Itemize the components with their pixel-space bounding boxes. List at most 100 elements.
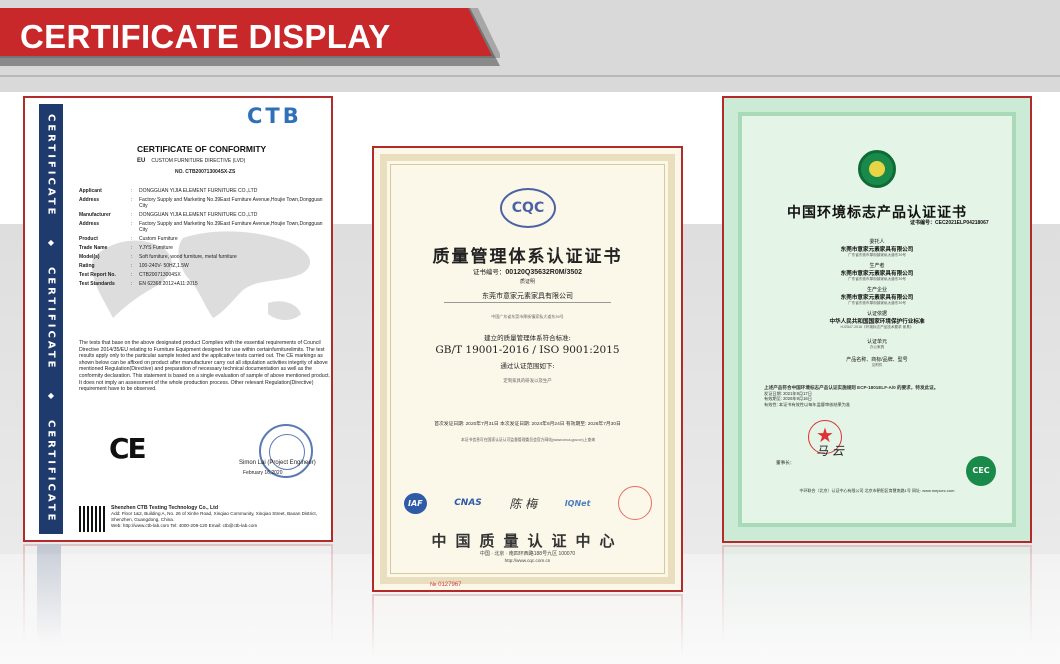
company-address: 中国广东省东莞市厚街镇家私大道东39号 — [491, 314, 564, 319]
detail-key: Address — [79, 221, 100, 227]
detail-row: Applicant: DONGGUAN YIJIA ELEMENT FURNITU… — [79, 188, 329, 194]
cec-block-detail: 见附件 — [871, 363, 883, 367]
colon-separator: : — [131, 212, 133, 218]
serial-number: № 0127967 — [430, 582, 462, 588]
cec-statement: 上述产品符合中国环境标志产品认证实施规则 ECP-1801ELF-A/0 的要求… — [764, 385, 939, 407]
cec-block: 产品名称、商标/品牌、型号 见附件 — [724, 356, 1030, 368]
red-seal-icon — [617, 486, 652, 520]
cec-block-label: 委托人 — [869, 239, 885, 245]
detail-row: Manufacturer: DONGGUAN YIJIA ELEMENT FURN… — [79, 212, 329, 218]
detail-key: Test Report No. — [79, 272, 116, 278]
detail-value: EN 62368:2012+A11:2015 — [139, 281, 198, 287]
cec-block-label: 产品名称、商标/品牌、型号 — [846, 357, 908, 363]
colon-separator: : — [131, 245, 133, 251]
detail-value: CTB200713004SX — [139, 272, 181, 278]
cqc-reflection — [372, 594, 683, 664]
cec-block-detail: 广东省东莞市厚街镇家私大道东39号 — [848, 301, 906, 305]
iqnet-logo: IQNet — [564, 498, 591, 508]
cec-certificate[interactable]: 中国环境标志产品认证证书 证书编号：CEC2021ELP04218067 委托人… — [722, 96, 1032, 543]
detail-value: Custom Furniture — [139, 236, 178, 242]
detail-row: Test Report No.: CTB200713004SX — [79, 272, 329, 278]
certificate-number: NO. CTB200713004SX-ZS — [175, 169, 236, 175]
verification-note: 本证书信息可在国家认证认可监督管理委员会官方网站(www.cnca.gov.cn… — [460, 438, 596, 442]
issue-dates: 首次发证日期: 2020年7月31日 本次发证日期: 2024年6月24日 有效… — [434, 422, 621, 427]
certificate-title: CERTIFICATE OF CONFORMITY — [137, 144, 267, 154]
detail-value: Factory Supply and Marketing No.39East F… — [139, 197, 323, 209]
colon-separator: : — [131, 263, 133, 269]
cec-block-value: 东莞市意家元素家具有限公司 — [840, 271, 914, 277]
detail-row: Rating:100-240V- 50HZ,1.5W — [79, 263, 329, 269]
org-website: http://www.cqc.com.cn — [504, 558, 551, 563]
cec-block-detail: 广东省东莞市厚街镇家私大道东39号 — [848, 253, 906, 257]
company-name: 东莞市意家元素家具有限公司 — [482, 293, 573, 300]
detail-value: DONGGUAN YIJIA ELEMENT FURNITURE CO.,LTD — [139, 188, 258, 194]
signature: 陈 梅 — [509, 496, 538, 511]
issuing-org: 中国质量认证中心 — [431, 532, 624, 550]
detail-value: DONGGUAN YIJIA ELEMENT FURNITURE CO.,LTD — [139, 212, 258, 218]
side-word: CERTIFICATE — [45, 420, 57, 524]
ctb-reflection — [23, 544, 333, 654]
ctb-detail-table: Applicant: DONGGUAN YIJIA ELEMENT FURNITU… — [79, 188, 329, 290]
standard-code: GB/T 19001-2016 / ISO 9001:2015 — [435, 344, 620, 356]
detail-key: Trade Name — [79, 245, 108, 251]
ctb-certificate[interactable]: CERTIFICATE ◆ CERTIFICATE ◆ CERTIFICATE … — [23, 96, 333, 542]
environmental-label-icon — [858, 150, 896, 188]
certificate-number: 证书编号：CEC2021ELP04218067 — [910, 220, 989, 226]
cec-block: 生产企业 东莞市意家元素家具有限公司 广东省东莞市厚街镇家私大道东39号 — [724, 286, 1030, 306]
ctb-paragraph: The tests that base on the above designa… — [79, 340, 331, 393]
title-banner: CERTIFICATE DISPLAY — [0, 8, 500, 66]
detail-row: Model(s): Soft furniture, wood furniture,… — [79, 254, 329, 260]
detail-value: Soft furniture, wood furniture, metal fu… — [139, 254, 237, 260]
detail-key: Manufacturer — [79, 212, 111, 218]
cec-block-detail: HJ2547-2016《环境标志产品技术要求 家具》 — [840, 325, 914, 329]
colon-separator: : — [131, 281, 133, 287]
cnas-logo: CNAS — [454, 498, 482, 508]
signer-name: Simon Lai (Project Engineer) — [239, 460, 316, 466]
cec-block: 生产者 东莞市意家元素家具有限公司 广东省东莞市厚街镇家私大道东39号 — [724, 262, 1030, 282]
cec-block-value: 东莞市意家元素家具有限公司 — [840, 295, 914, 301]
ce-mark: CE — [109, 432, 147, 465]
cec-block-detail: 办公家具 — [869, 345, 885, 349]
detail-key: Applicant — [79, 188, 102, 194]
cqc-certificate[interactable]: CQC 质量管理体系认证证书 证书编号：00120Q35632R0M/3502 … — [372, 146, 683, 592]
detail-row: Product: Custom Furniture — [79, 236, 329, 242]
cec-reflection — [722, 545, 1032, 655]
diamond-icon: ◆ — [47, 391, 55, 401]
accreditation-badges: IAF CNAS 陈 梅 IQNet — [404, 486, 652, 520]
colon-separator: : — [131, 197, 133, 203]
detail-key: Test Standards — [79, 281, 115, 287]
sign-date: February 16,2020 — [243, 470, 283, 476]
detail-key: Product — [79, 236, 98, 242]
cec-block: 认证依据 中华人民共和国国家环境保护行业标准 HJ2547-2016《环境标志产品技… — [724, 310, 1030, 330]
standard-lead: 建立的质量管理体系符合标准: — [484, 334, 571, 342]
divider — [444, 302, 611, 303]
side-word: CERTIFICATE — [45, 114, 57, 218]
signer-label: 董事长： — [776, 460, 795, 465]
cec-footer: 中环联合（北京）认证中心有限公司 北京市朝阳区育慧南路1号 网址: www.me… — [799, 488, 955, 493]
ctb-logo: CTB — [247, 104, 302, 128]
ctb-footer: Shenzhen CTB Testing Technology Co., Ltd… — [111, 505, 317, 528]
certificate-title: 质量管理体系认证证书 — [432, 247, 623, 267]
scope-text: 定制家具的研发以及生产 — [503, 378, 552, 383]
cec-block-label: 认证单元 — [866, 339, 887, 345]
colon-separator: : — [131, 188, 133, 194]
detail-row: Address: Factory Supply and Marketing No.… — [79, 197, 329, 209]
cec-block-label: 认证依据 — [866, 311, 887, 317]
side-word: CERTIFICATE — [45, 267, 57, 371]
header-divider — [0, 75, 1060, 77]
banner-title: CERTIFICATE DISPLAY — [20, 18, 391, 55]
colon-separator: : — [131, 272, 133, 278]
cec-block: 委托人 东莞市意家元素家具有限公司 广东省东莞市厚街镇家私大道东39号 — [724, 238, 1030, 258]
detail-key: Address — [79, 197, 100, 203]
diamond-icon: ◆ — [47, 237, 55, 247]
detail-value: YJYS Furniture — [139, 245, 173, 251]
cec-block: 认证单元 办公家具 — [724, 338, 1030, 350]
qr-code-icon — [79, 506, 105, 532]
signature: 马 云 — [816, 444, 844, 458]
colon-separator: : — [131, 221, 133, 227]
cec-block-label: 生产者 — [869, 263, 885, 269]
detail-value: Factory Supply and Marketing No.39East F… — [139, 221, 323, 233]
org-address: 中国 · 北京 · 南四环西路188号九区 100070 — [479, 551, 576, 557]
detail-row: Test Standards: EN 62368:2012+A11:2015 — [79, 281, 329, 287]
detail-key: Model(s) — [79, 254, 100, 260]
